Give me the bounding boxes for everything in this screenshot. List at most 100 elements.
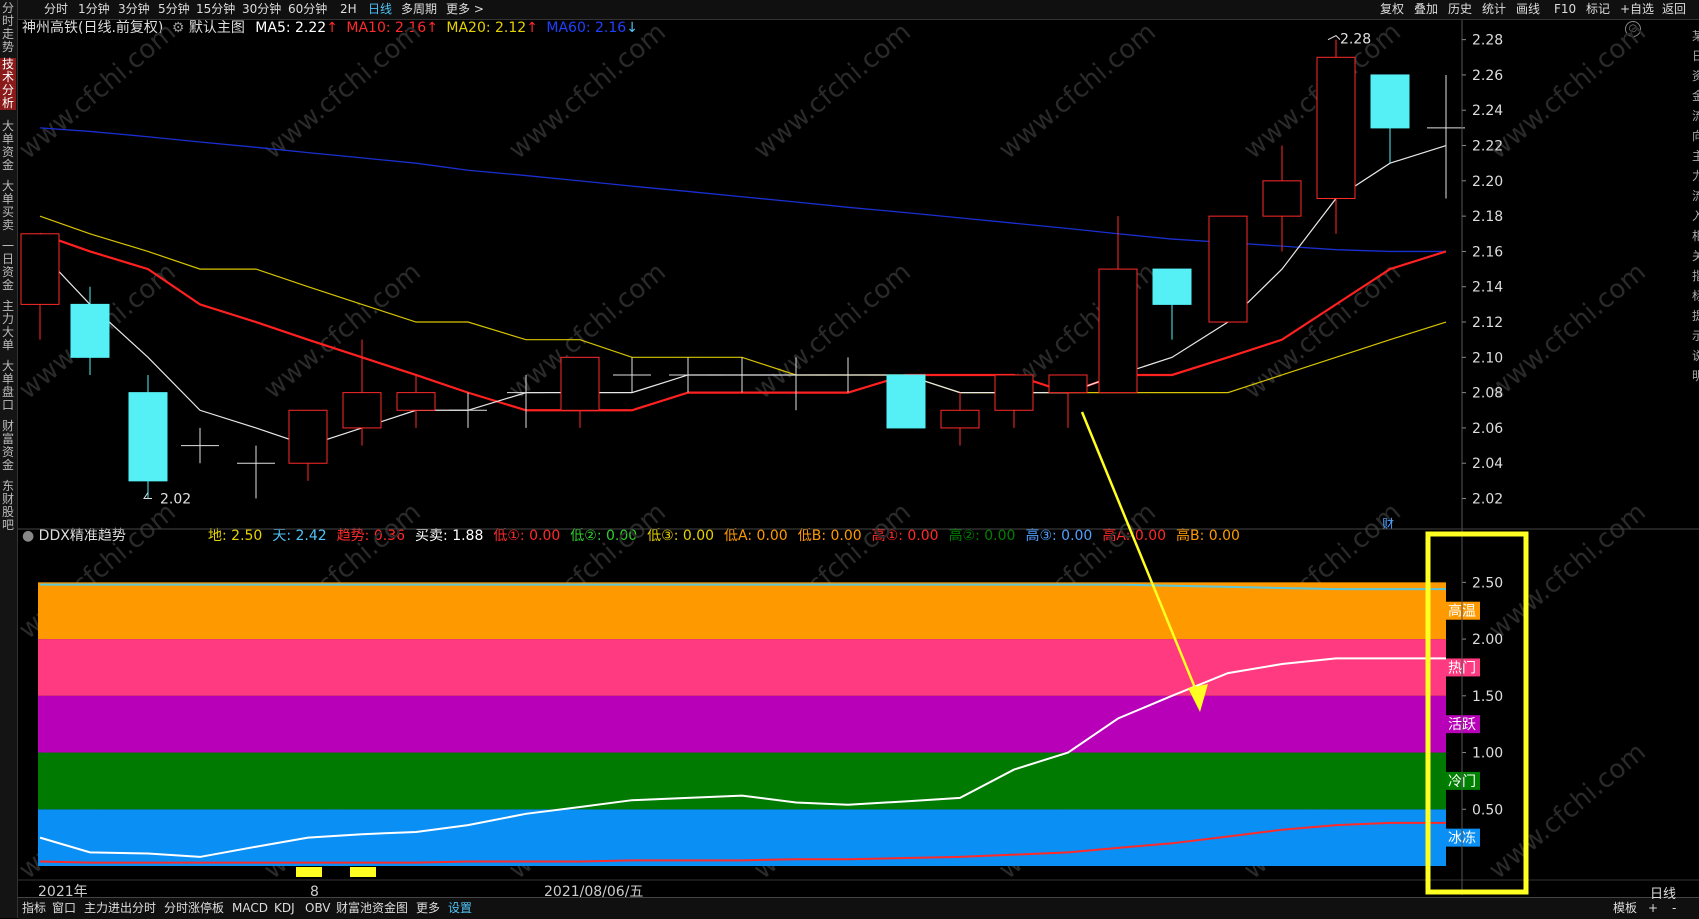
candle-body	[940, 409, 980, 429]
tool-fuquan[interactable]: 复权	[1380, 0, 1404, 19]
tool-overlay[interactable]: 叠加	[1414, 0, 1438, 19]
right-edge-char: 主	[1692, 149, 1699, 163]
y-tick-label: 2.06	[1472, 421, 1503, 437]
right-edge-char: 金	[1692, 88, 1699, 103]
side-tab-big-trades[interactable]: 大单买卖	[0, 180, 16, 232]
side-tab-wealth-funds[interactable]: 财富资金	[0, 420, 16, 472]
right-edge-char: 标	[1692, 289, 1699, 303]
ddx-zone-冰冻	[38, 809, 1446, 866]
y-tick-label: 2.24	[1472, 103, 1503, 119]
main-kline-chart: 2.282.02财	[20, 32, 1465, 531]
ddx-sub-chart: 高温热门活跃冷门冰冻2.502.001.501.000.502021年 8 2021…	[18, 575, 1699, 897]
bottom-toolbar: 指标 窗口 主力进出分时 分时涨停板 MACD KDJ OBV 财富池资金图 更…	[18, 897, 1699, 919]
tool-mark[interactable]: 标记	[1586, 0, 1610, 19]
ddx-zone-活跃	[38, 695, 1446, 753]
candle-body	[560, 356, 600, 411]
period-tab-fenshi[interactable]: 分时	[44, 0, 68, 19]
period-tab-5min[interactable]: 5分钟	[158, 0, 190, 19]
candle-body	[128, 392, 168, 482]
sub-y-tick-label: 0.50	[1472, 802, 1503, 818]
watermark-text: www.cfchi.com	[1483, 20, 1652, 165]
ddx-zone-冷门	[38, 752, 1446, 810]
candle-body	[1098, 268, 1138, 394]
candle-body	[342, 392, 382, 429]
y-tick-label: 2.10	[1472, 350, 1503, 366]
sub-y-tick-label: 2.00	[1472, 632, 1503, 648]
right-edge-char: 资	[1692, 69, 1699, 83]
side-tab-technical[interactable]: 技术分析	[0, 58, 16, 110]
period-tab-60min[interactable]: 60分钟	[288, 0, 327, 19]
left-side-tabs: 分时走势 技术分析 大单资金 大单买卖 一日资金 主力大单 大单盘口 财富资金 …	[0, 0, 18, 918]
right-edge-char: 入	[1692, 209, 1699, 223]
bottom-tab-main-flow[interactable]: 主力进出分时	[84, 898, 156, 918]
right-edge-char: 某	[1692, 29, 1699, 43]
y-tick-label: 2.18	[1472, 209, 1503, 225]
signal-marker	[350, 867, 376, 877]
period-tab-2h[interactable]: 2H	[340, 0, 357, 19]
y-tick-label: 2.04	[1472, 456, 1503, 472]
candle-body	[994, 374, 1034, 411]
sub-y-tick-label: 1.50	[1472, 689, 1503, 705]
bottom-tab-limitup[interactable]: 分时涨停板	[164, 898, 224, 918]
y-tick-label: 2.14	[1472, 280, 1503, 296]
period-tab-15min[interactable]: 15分钟	[196, 0, 235, 19]
bottom-tab-indicator[interactable]: 指标	[22, 898, 46, 918]
side-tab-order-book[interactable]: 大单盘口	[0, 360, 16, 412]
ddx-zone-高温	[38, 582, 1446, 640]
tool-stats[interactable]: 统计	[1482, 0, 1506, 19]
candle-body	[886, 374, 926, 429]
right-edge-char: 力	[1692, 169, 1699, 183]
tool-add-watchlist[interactable]: +自选	[1620, 0, 1654, 19]
watermark-text: www.cfchi.com	[258, 20, 427, 165]
side-tab-fenshi[interactable]: 分时走势	[0, 2, 16, 54]
chart-canvas: www.cfchi.com www.cfchi.com www.cfchi.com w…	[18, 20, 1699, 897]
bottom-tab-more[interactable]: 更多	[416, 898, 440, 918]
period-tab-3min[interactable]: 3分钟	[118, 0, 150, 19]
period-tab-more[interactable]: 更多 >	[446, 0, 484, 19]
watermark-text: www.cfchi.com	[993, 20, 1162, 165]
tool-history[interactable]: 历史	[1448, 0, 1472, 19]
period-toolbar: 分时 1分钟 3分钟 5分钟 15分钟 30分钟 60分钟 2H 日线 多周期 …	[18, 0, 1699, 20]
side-tab-forum[interactable]: 东财股吧	[0, 480, 16, 532]
bottom-tab-kdj[interactable]: KDJ	[274, 898, 295, 918]
right-edge-char: 流	[1692, 189, 1699, 203]
candle-body	[1370, 74, 1410, 129]
period-tab-30min[interactable]: 30分钟	[242, 0, 281, 19]
tool-back[interactable]: 返回	[1662, 0, 1686, 19]
bottom-tab-obv[interactable]: OBV	[305, 898, 331, 918]
y-tick-label: 2.22	[1472, 139, 1503, 155]
period-indicator[interactable]: 日线	[1650, 883, 1676, 902]
date-label: 2021年	[38, 884, 88, 897]
side-tab-big-funds[interactable]: 大单资金	[0, 120, 16, 172]
candle-body	[1152, 268, 1192, 305]
bottom-tab-wealth-pool[interactable]: 财富池资金图	[336, 898, 408, 918]
template-button[interactable]: 模板	[1613, 898, 1637, 918]
period-tab-multi[interactable]: 多周期	[401, 0, 437, 19]
right-edge-char: 指	[1692, 268, 1699, 283]
candle-body	[288, 409, 328, 464]
watermark-text: www.cfchi.com	[1483, 737, 1652, 885]
candle-body	[20, 233, 60, 305]
bottom-tab-window[interactable]: 窗口	[52, 898, 76, 918]
y-tick-label: 2.16	[1472, 244, 1503, 260]
tool-draw-line[interactable]: 画线	[1516, 0, 1540, 19]
side-tab-main-orders[interactable]: 主力大单	[0, 300, 16, 352]
candle-body	[70, 303, 110, 358]
right-edge-char: 关	[1692, 249, 1699, 263]
right-edge-char: 提	[1692, 308, 1699, 323]
y-tick-label: 2.28	[1472, 33, 1503, 49]
candle-body	[1208, 215, 1248, 323]
side-tab-day-funds[interactable]: 一日资金	[0, 240, 16, 292]
y-tick-label: 2.26	[1472, 68, 1503, 84]
y-tick-label: 2.12	[1472, 315, 1503, 331]
low-price-label: 2.02	[160, 492, 191, 508]
right-edge-char: 向	[1692, 128, 1699, 143]
period-tab-1min[interactable]: 1分钟	[78, 0, 110, 19]
bottom-tab-settings[interactable]: 设置	[448, 898, 472, 918]
period-tab-daily[interactable]: 日线	[368, 0, 392, 19]
tool-f10[interactable]: F10	[1554, 0, 1576, 19]
ddx-zone-热门	[38, 639, 1446, 696]
y-tick-label: 2.08	[1472, 386, 1503, 402]
bottom-tab-macd[interactable]: MACD	[232, 898, 268, 918]
watermark-text: www.cfchi.com	[748, 20, 917, 165]
